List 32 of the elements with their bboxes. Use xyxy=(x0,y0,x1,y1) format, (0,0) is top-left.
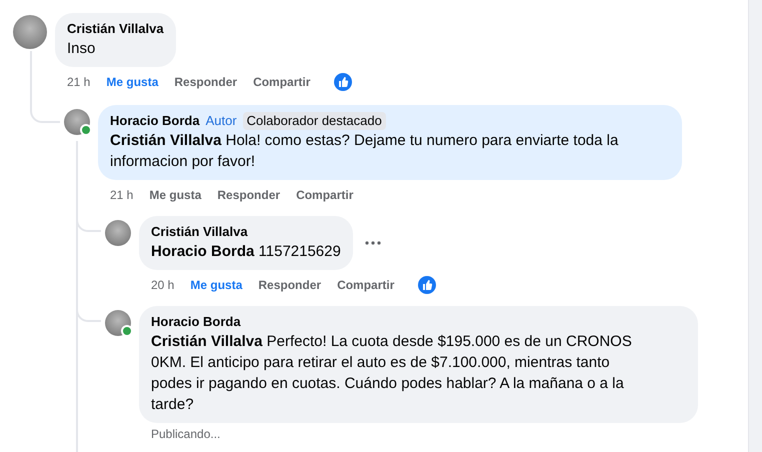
comment-text: Cristián Villalva Perfecto! La cuota desde $195.000 es de un CRONOS 0KM. El anticipo para retirar el auto es de $7.100.000, mientras tanto podes ir pagando en cuotas. Cuándo podes hablar? A la mañana o a la tarde? xyxy=(151,332,633,415)
comment-text: Horacio Borda 1157215629 xyxy=(151,242,341,262)
avatar[interactable] xyxy=(105,310,131,336)
status-text: Publicando... xyxy=(151,427,222,441)
author-name[interactable]: Horacio Borda xyxy=(151,313,241,331)
timestamp[interactable]: 21 h xyxy=(110,188,134,202)
avatar[interactable] xyxy=(105,220,131,246)
role-label: Autor xyxy=(206,112,237,130)
action-link[interactable]: Responder xyxy=(258,278,322,292)
more-icon[interactable] xyxy=(364,241,381,245)
action-link[interactable]: Me gusta xyxy=(149,188,202,202)
action-link[interactable]: Compartir xyxy=(337,278,394,292)
action-link[interactable]: Me gusta xyxy=(106,75,158,89)
avatar[interactable] xyxy=(64,109,90,135)
action-link[interactable]: Responder xyxy=(174,75,238,89)
author-name[interactable]: Cristián Villalva xyxy=(67,20,164,38)
like-reaction-icon[interactable] xyxy=(334,73,352,91)
author-name[interactable]: Horacio Borda xyxy=(110,112,200,130)
action-link[interactable]: Responder xyxy=(217,188,280,202)
timestamp[interactable]: 20 h xyxy=(151,278,174,292)
badge: Colaborador destacado xyxy=(242,112,386,130)
action-link[interactable]: Me gusta xyxy=(190,278,242,292)
avatar[interactable] xyxy=(13,15,47,49)
scrollbar[interactable] xyxy=(748,0,762,452)
action-link[interactable]: Compartir xyxy=(296,188,354,202)
thread-connector xyxy=(30,51,60,123)
comment-text: Cristián Villalva Hola! como estas? Dejame tu numero para enviarte toda la informacion por favor! xyxy=(110,131,620,172)
timestamp[interactable]: 21 h xyxy=(67,75,90,89)
author-name[interactable]: Cristián Villalva xyxy=(151,223,248,241)
like-reaction-icon[interactable] xyxy=(418,276,436,294)
action-link[interactable]: Compartir xyxy=(253,75,310,89)
comment-text: Inso xyxy=(67,39,96,59)
